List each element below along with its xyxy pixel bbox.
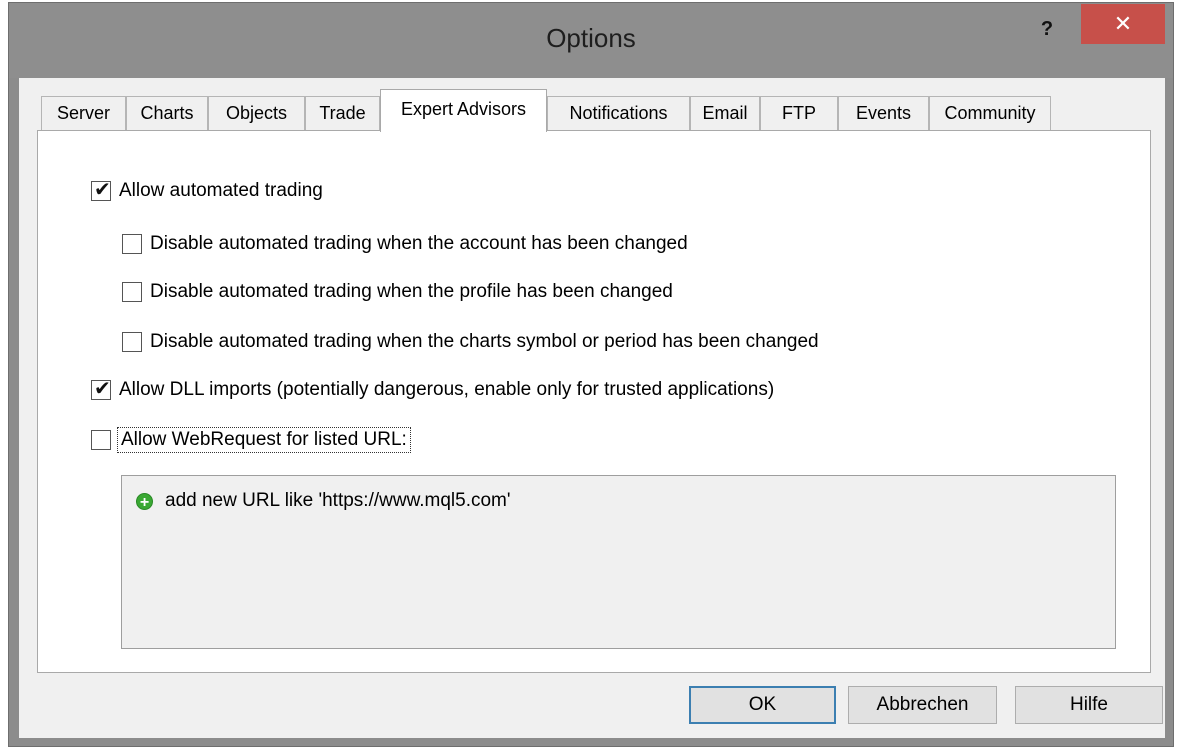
allow-automated-trading-checkbox[interactable]: ✔ — [91, 179, 111, 201]
disable-on-profile-change-checkbox[interactable] — [122, 282, 142, 302]
plus-circle-icon: + — [136, 492, 153, 511]
disable-on-symbol-change-checkbox[interactable] — [122, 332, 142, 352]
allow-webrequest-option[interactable]: Allow WebRequest for listed URL: — [91, 426, 411, 454]
url-list[interactable]: + add new URL like 'https://www.mql5.com… — [121, 475, 1116, 649]
cancel-button[interactable]: Abbrechen — [848, 686, 997, 724]
check-icon: ✔ — [94, 378, 111, 400]
tab-email[interactable]: Email — [690, 96, 760, 131]
allow-dll-imports-label: Allow DLL imports (potentially dangerous… — [119, 379, 775, 400]
tab-charts[interactable]: Charts — [126, 96, 208, 131]
tab-expert-advisors[interactable]: Expert Advisors — [380, 89, 547, 132]
allow-automated-trading-label: Allow automated trading — [119, 180, 323, 201]
tab-community[interactable]: Community — [929, 96, 1051, 131]
disable-on-account-change-checkbox[interactable] — [122, 234, 142, 254]
tab-objects[interactable]: Objects — [208, 96, 305, 131]
disable-on-account-change-option[interactable]: Disable automated trading when the accou… — [122, 230, 688, 258]
allow-automated-trading-option[interactable]: ✔ Allow automated trading — [91, 177, 323, 205]
disable-on-profile-change-label: Disable automated trading when the profi… — [150, 281, 673, 302]
window-title: Options — [546, 23, 636, 53]
tab-server[interactable]: Server — [41, 96, 126, 131]
options-dialog: Options ? ✕ Server Charts Objects Trade … — [8, 2, 1174, 747]
check-icon: ✔ — [94, 179, 111, 201]
add-url-item[interactable]: + add new URL like 'https://www.mql5.com… — [136, 490, 511, 512]
help-icon[interactable]: ? — [1033, 15, 1061, 43]
tab-events[interactable]: Events — [838, 96, 929, 131]
close-icon: ✕ — [1113, 11, 1133, 36]
allow-webrequest-label: Allow WebRequest for listed URL: — [117, 427, 411, 453]
ok-button[interactable]: OK — [689, 686, 836, 724]
allow-webrequest-checkbox[interactable] — [91, 430, 111, 450]
dialog-body: Server Charts Objects Trade Expert Advis… — [19, 78, 1165, 738]
title-bar[interactable]: Options ? ✕ — [9, 3, 1173, 78]
add-url-label: add new URL like 'https://www.mql5.com' — [165, 490, 511, 511]
expert-advisors-panel: ✔ Allow automated trading Disable automa… — [37, 130, 1151, 673]
close-button[interactable]: ✕ — [1081, 4, 1165, 44]
disable-on-symbol-change-label: Disable automated trading when the chart… — [150, 331, 819, 352]
tab-ftp[interactable]: FTP — [760, 96, 838, 131]
tab-trade[interactable]: Trade — [305, 96, 380, 131]
help-button[interactable]: Hilfe — [1015, 686, 1163, 724]
allow-dll-imports-option[interactable]: ✔ Allow DLL imports (potentially dangero… — [91, 376, 774, 404]
disable-on-symbol-change-option[interactable]: Disable automated trading when the chart… — [122, 328, 819, 356]
disable-on-profile-change-option[interactable]: Disable automated trading when the profi… — [122, 278, 673, 306]
disable-on-account-change-label: Disable automated trading when the accou… — [150, 233, 688, 254]
tab-notifications[interactable]: Notifications — [547, 96, 690, 131]
allow-dll-imports-checkbox[interactable]: ✔ — [91, 378, 111, 400]
